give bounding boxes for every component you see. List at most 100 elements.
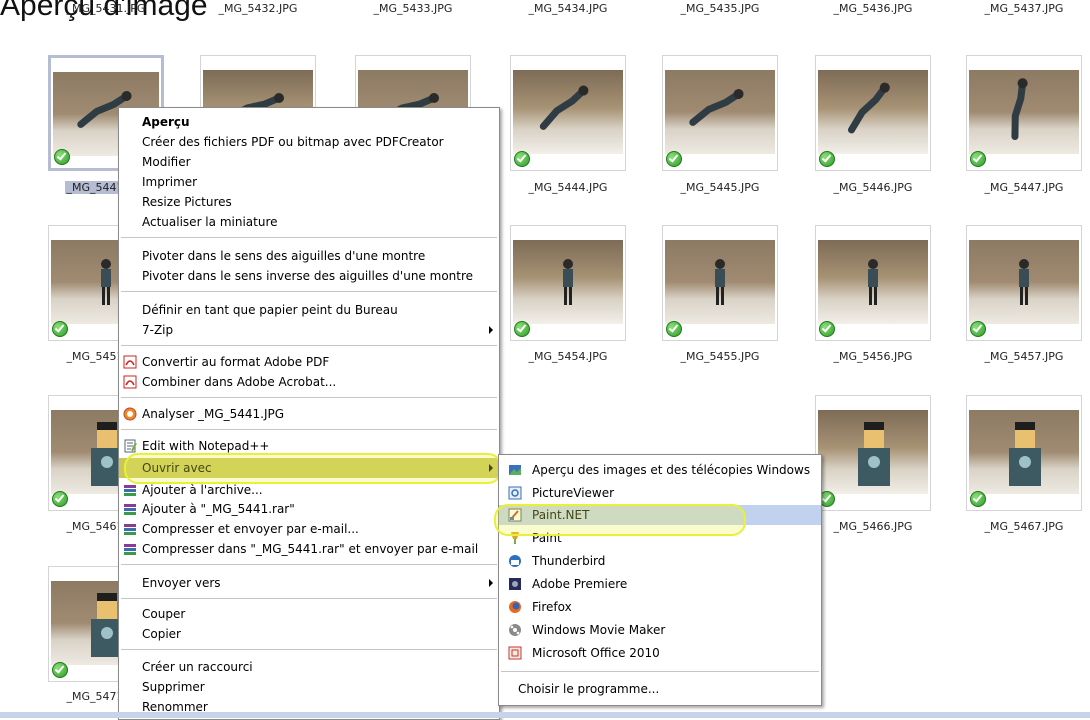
menu-7zip-label: 7-Zip	[142, 323, 174, 337]
menu-compress-email[interactable]: Compresser et envoyer par e-mail...	[119, 519, 499, 539]
menu-compress-rar-email[interactable]: Compresser dans "_MG_5441.rar" et envoye…	[119, 539, 499, 559]
file-name: _MG_5454.JPG	[528, 350, 608, 363]
app-picture-viewer[interactable]: PictureViewer	[499, 483, 821, 503]
antivirus-icon	[123, 407, 137, 421]
menu-send-to-label: Envoyer vers	[142, 576, 221, 590]
photo-preview	[818, 410, 928, 494]
file-name: _MG_5444.JPG	[528, 181, 608, 194]
menu-create-shortcut[interactable]: Créer un raccourci	[119, 657, 499, 677]
menu-print[interactable]: Imprimer	[119, 172, 499, 192]
file-label[interactable]: _MG_5445.JPG	[660, 181, 780, 194]
figurine-image	[840, 82, 900, 134]
file-label[interactable]: _MG_5455.JPG	[660, 350, 780, 363]
thumbnail[interactable]	[510, 55, 626, 171]
file-label[interactable]: _MG_5431.JPG	[46, 2, 166, 15]
photo-preview	[969, 410, 1079, 494]
menu-add-rar-label: Ajouter à "_MG_5441.rar"	[142, 502, 295, 516]
thumbnail[interactable]	[966, 55, 1082, 171]
menu-edit[interactable]: Modifier	[119, 152, 499, 172]
menu-scan[interactable]: Analyser _MG_5441.JPG	[119, 404, 499, 424]
figurine-image	[854, 420, 894, 493]
file-label[interactable]: _MG_5435.JPG	[660, 2, 780, 15]
check-icon	[819, 151, 835, 167]
menu-create-pdf[interactable]: Créer des fichiers PDF ou bitmap avec PD…	[119, 132, 499, 152]
app-paint-net[interactable]: Paint.NET	[499, 505, 821, 525]
menu-combine-acrobat[interactable]: Combiner dans Adobe Acrobat...	[119, 372, 499, 392]
menu-resize[interactable]: Resize Pictures	[119, 192, 499, 212]
open-with-submenu: Aperçu des images et des télécopies Wind…	[498, 454, 822, 706]
check-icon	[52, 491, 68, 507]
thumbnail[interactable]	[510, 225, 626, 341]
figurine-image	[710, 258, 730, 311]
check-icon	[514, 321, 530, 337]
check-icon	[52, 662, 68, 678]
thumbnail[interactable]	[966, 225, 1082, 341]
file-label[interactable]: _MG_5432.JPG	[198, 2, 318, 15]
file-name: _MG_5446.JPG	[833, 181, 913, 194]
file-name: _MG_5466.JPG	[833, 520, 913, 533]
app-thunderbird[interactable]: Thunderbird	[499, 551, 821, 571]
file-label[interactable]: _MG_5456.JPG	[813, 350, 933, 363]
menu-open-with[interactable]: Ouvrir avec	[119, 458, 499, 478]
menu-add-rar[interactable]: Ajouter à "_MG_5441.rar"	[119, 499, 499, 519]
thumbnail[interactable]	[966, 395, 1082, 511]
file-name: _MG_5445.JPG	[680, 181, 760, 194]
app-windows-viewer[interactable]: Aperçu des images et des télécopies Wind…	[499, 460, 821, 480]
photo-preview	[665, 70, 775, 154]
thumbnail[interactable]	[815, 55, 931, 171]
status-bar	[0, 712, 1090, 718]
file-label[interactable]: _MG_5446.JPG	[813, 181, 933, 194]
submenu-arrow-icon	[489, 464, 493, 472]
separator	[121, 397, 497, 398]
file-label[interactable]: _MG_5437.JPG	[964, 2, 1084, 15]
thumbnail[interactable]	[662, 55, 778, 171]
menu-preview[interactable]: Aperçu	[119, 112, 499, 132]
menu-convert-pdf[interactable]: Convertir au format Adobe PDF	[119, 352, 499, 372]
winrar-icon	[124, 524, 136, 535]
thumbnail[interactable]	[815, 225, 931, 341]
file-name: _MG_5455.JPG	[680, 350, 760, 363]
menu-cut[interactable]: Couper	[119, 604, 499, 624]
image-viewer-icon	[509, 465, 521, 475]
file-label[interactable]: _MG_5433.JPG	[353, 2, 473, 15]
file-label[interactable]: _MG_5434.JPG	[508, 2, 628, 15]
file-label[interactable]: _MG_5457.JPG	[964, 350, 1084, 363]
menu-combine-acrobat-label: Combiner dans Adobe Acrobat...	[142, 375, 337, 389]
file-label[interactable]: _MG_5466.JPG	[813, 520, 933, 533]
quicktime-icon	[508, 486, 522, 500]
file-label[interactable]: _MG_5454.JPG	[508, 350, 628, 363]
app-premiere[interactable]: Adobe Premiere	[499, 574, 821, 594]
app-movie-maker[interactable]: Windows Movie Maker	[499, 620, 821, 640]
separator	[501, 671, 819, 672]
menu-copy[interactable]: Copier	[119, 624, 499, 644]
file-label[interactable]: _MG_5467.JPG	[964, 520, 1084, 533]
photo-preview	[818, 70, 928, 154]
app-office[interactable]: Microsoft Office 2010	[499, 643, 821, 663]
thumbnail[interactable]	[662, 225, 778, 341]
figurine-image	[558, 258, 578, 311]
app-firefox[interactable]: Firefox	[499, 597, 821, 617]
menu-set-wallpaper[interactable]: Définir en tant que papier peint du Bure…	[119, 300, 499, 320]
menu-convert-pdf-label: Convertir au format Adobe PDF	[142, 355, 330, 369]
app-premiere-label: Adobe Premiere	[532, 577, 628, 591]
menu-rotate-ccw[interactable]: Pivoter dans le sens inverse des aiguill…	[119, 266, 499, 286]
file-label[interactable]: _MG_5436.JPG	[813, 2, 933, 15]
winrar-icon	[124, 544, 136, 555]
app-windows-viewer-label: Aperçu des images et des télécopies Wind…	[532, 463, 811, 477]
menu-rotate-cw[interactable]: Pivoter dans le sens des aiguilles d'une…	[119, 246, 499, 266]
menu-7zip[interactable]: 7-Zip	[119, 320, 499, 340]
menu-delete[interactable]: Supprimer	[119, 677, 499, 697]
menu-notepad[interactable]: Edit with Notepad++	[119, 436, 499, 456]
separator	[121, 598, 497, 599]
app-thunderbird-label: Thunderbird	[532, 554, 606, 568]
menu-add-archive[interactable]: Ajouter à l'archive...	[119, 480, 499, 500]
thumbnail[interactable]	[815, 395, 931, 511]
app-choose-program[interactable]: Choisir le programme...	[499, 679, 821, 699]
file-label[interactable]: _MG_5444.JPG	[508, 181, 628, 194]
menu-send-to[interactable]: Envoyer vers	[119, 573, 499, 593]
menu-refresh-thumb[interactable]: Actualiser la miniature	[119, 212, 499, 232]
photo-preview	[665, 240, 775, 324]
file-label[interactable]: _MG_5447.JPG	[964, 181, 1084, 194]
winrar-icon	[124, 485, 136, 496]
app-paint[interactable]: Paint	[499, 528, 821, 548]
